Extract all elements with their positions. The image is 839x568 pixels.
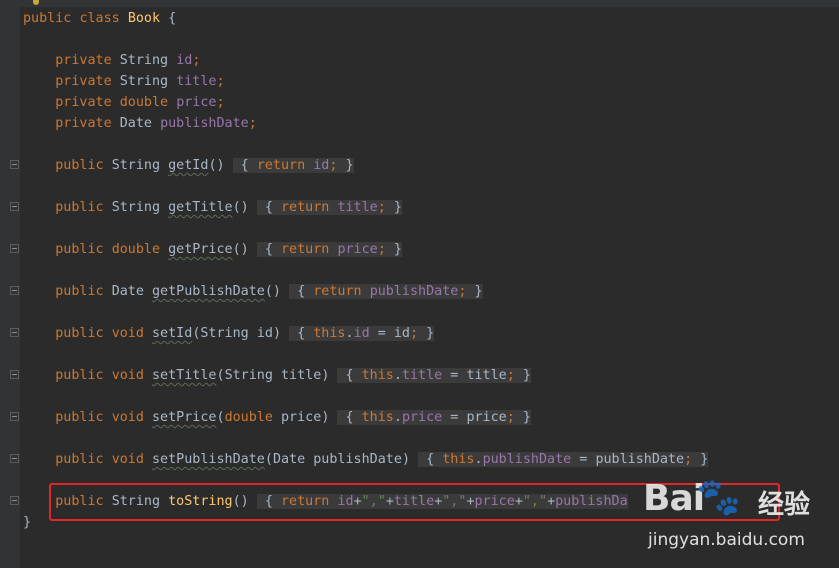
folded-method-body[interactable]: { this.price = price; } xyxy=(337,410,531,425)
field-declaration: private String title; xyxy=(55,74,225,89)
folded-method-body[interactable]: { return price; } xyxy=(256,242,402,257)
fold-toggle-icon[interactable] xyxy=(10,286,19,295)
method-gettitle: public String getTitle() { return title;… xyxy=(55,200,402,215)
field-declaration: private double price; xyxy=(55,95,225,110)
method-settitle: public void setTitle(String title) { thi… xyxy=(55,368,531,383)
field-declaration: private String id; xyxy=(55,53,201,68)
watermark-cn: 经验 xyxy=(758,490,811,520)
baidu-jingyan-watermark: Bai 🐾 du 经验 jingyan.baidu.com xyxy=(643,478,833,562)
method-getprice: public double getPrice() { return price;… xyxy=(55,242,402,257)
method-setpublishdate: public void setPublishDate(Date publishD… xyxy=(55,452,709,467)
fold-toggle-icon[interactable] xyxy=(10,202,19,211)
class-declaration: public class Book { xyxy=(23,11,177,26)
fold-toggle-icon[interactable] xyxy=(10,412,19,421)
folded-method-body[interactable]: { return publishDate; } xyxy=(289,284,483,299)
fold-toggle-icon[interactable] xyxy=(10,454,19,463)
field-declaration: private Date publishDate; xyxy=(55,116,257,131)
fold-toggle-icon[interactable] xyxy=(10,496,19,505)
fold-toggle-icon[interactable] xyxy=(10,328,19,337)
watermark-url: jingyan.baidu.com xyxy=(648,530,805,550)
paw-icon: 🐾 xyxy=(696,477,741,518)
method-getpublishdate: public Date getPublishDate() { return pu… xyxy=(55,284,483,299)
folded-method-body[interactable]: { this.id = id; } xyxy=(289,326,435,341)
folded-method-body[interactable]: { this.title = title; } xyxy=(337,368,531,383)
folded-method-body[interactable]: { return id; } xyxy=(232,158,354,173)
watermark-brand: Bai xyxy=(643,478,705,519)
fold-toggle-icon[interactable] xyxy=(10,244,19,253)
folded-method-body[interactable]: { return title; } xyxy=(256,200,402,215)
method-setid: public void setId(String id) { this.id =… xyxy=(55,326,435,341)
fold-toggle-icon[interactable] xyxy=(10,370,19,379)
fold-toggle-icon[interactable] xyxy=(10,160,19,169)
folded-method-body[interactable]: { this.publishDate = publishDate; } xyxy=(418,452,709,467)
editor-top-strip xyxy=(0,0,839,7)
class-close-brace: } xyxy=(23,515,32,530)
method-setprice: public void setPrice(double price) { thi… xyxy=(55,410,531,425)
method-getid: public String getId() { return id; } xyxy=(55,158,354,173)
